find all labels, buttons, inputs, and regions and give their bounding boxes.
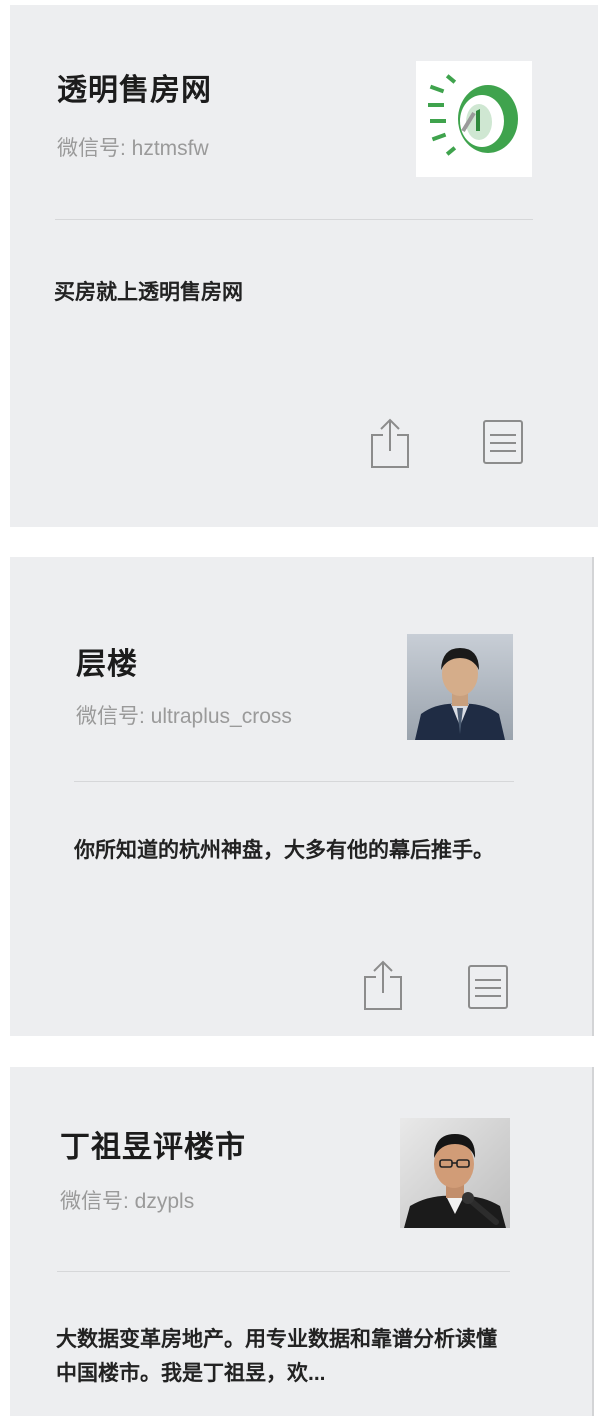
- wechat-id: 微信号: hztmsfw: [57, 137, 209, 160]
- clock-logo-icon[interactable]: [416, 61, 532, 177]
- document-icon[interactable]: [467, 964, 509, 1010]
- divider: [57, 1271, 510, 1272]
- account-card[interactable]: 透明售房网 微信号: hztmsfw 买房就上透明售房网: [10, 5, 598, 527]
- document-icon[interactable]: [482, 419, 524, 465]
- account-card[interactable]: 丁祖昱评楼市 微信号: dzypls 大数据变革房地产。用专业数据和靠谱分析读懂…: [10, 1067, 594, 1416]
- account-description: 你所知道的杭州神盘，大多有他的幕后推手。: [74, 839, 494, 862]
- divider: [55, 219, 533, 220]
- share-icon[interactable]: [360, 959, 406, 1011]
- wechat-id: 微信号: ultraplus_cross: [76, 705, 292, 728]
- account-description: 买房就上透明售房网: [54, 281, 243, 304]
- man-with-microphone-photo[interactable]: [400, 1118, 510, 1228]
- account-name: 丁祖昱评楼市: [60, 1131, 246, 1164]
- wechat-id: 微信号: dzypls: [60, 1190, 195, 1213]
- account-name: 透明售房网: [57, 74, 212, 107]
- account-card[interactable]: 层楼 微信号: ultraplus_cross 你所知道的杭州神盘，大多有他的幕…: [10, 557, 594, 1036]
- account-description: 大数据变革房地产。用专业数据和靠谱分析读懂中国楼市。我是丁祖昱，欢...: [56, 1328, 497, 1385]
- divider: [74, 781, 514, 782]
- share-icon[interactable]: [367, 417, 413, 469]
- man-in-suit-photo[interactable]: [407, 634, 513, 740]
- account-name: 层楼: [76, 648, 138, 681]
